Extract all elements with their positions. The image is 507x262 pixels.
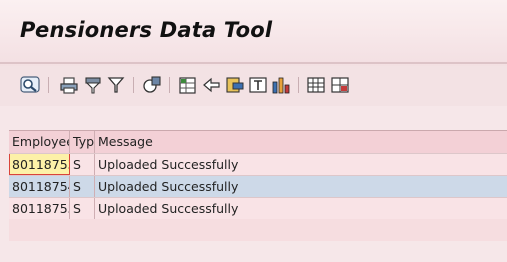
column-header-type[interactable]: Type	[70, 131, 95, 153]
title-divider	[0, 62, 507, 64]
table-row[interactable]: 80118754 S Uploaded Successfully	[9, 175, 507, 197]
save-layout-icon[interactable]	[330, 75, 350, 95]
filter-icon[interactable]	[106, 75, 126, 95]
message-cell[interactable]: Uploaded Successfully	[95, 176, 507, 197]
table-row[interactable]: 80118755 S Uploaded Successfully	[9, 197, 507, 219]
graphic-icon[interactable]	[271, 75, 291, 95]
employee-cell[interactable]: 80118754	[9, 176, 70, 197]
export-spreadsheet-icon[interactable]	[178, 75, 198, 95]
find-icon[interactable]	[83, 75, 103, 95]
select-layout-icon[interactable]	[306, 75, 326, 95]
column-header-employee[interactable]: Employee N...	[9, 131, 70, 153]
table-row[interactable]: 80118753 S Uploaded Successfully	[9, 153, 507, 175]
employee-cell[interactable]: 80118753	[9, 154, 70, 175]
employee-cell[interactable]: 80118755	[9, 198, 70, 219]
toolbar-separator	[133, 77, 134, 93]
type-cell[interactable]: S	[70, 154, 95, 175]
sum-icon[interactable]	[248, 75, 268, 95]
details-icon[interactable]	[20, 75, 40, 95]
type-cell[interactable]: S	[70, 198, 95, 219]
results-grid: Employee N... Type Message 80118753 S Up…	[9, 130, 507, 241]
type-cell[interactable]: S	[70, 176, 95, 197]
sort-icon[interactable]	[202, 75, 222, 95]
message-cell[interactable]: Uploaded Successfully	[95, 198, 507, 219]
alv-toolbar	[0, 66, 507, 106]
message-cell[interactable]: Uploaded Successfully	[95, 154, 507, 175]
grid-header: Employee N... Type Message	[9, 131, 507, 153]
toolbar-separator	[169, 77, 170, 93]
app-title: Pensioners Data Tool	[20, 18, 273, 42]
layout-icon[interactable]	[142, 75, 162, 95]
toolbar-separator	[298, 77, 299, 93]
toolbar-separator	[48, 77, 49, 93]
title-bar: Pensioners Data Tool	[0, 0, 507, 68]
print-icon[interactable]	[59, 75, 79, 95]
send-icon[interactable]	[225, 75, 245, 95]
column-header-message[interactable]: Message	[95, 131, 507, 153]
